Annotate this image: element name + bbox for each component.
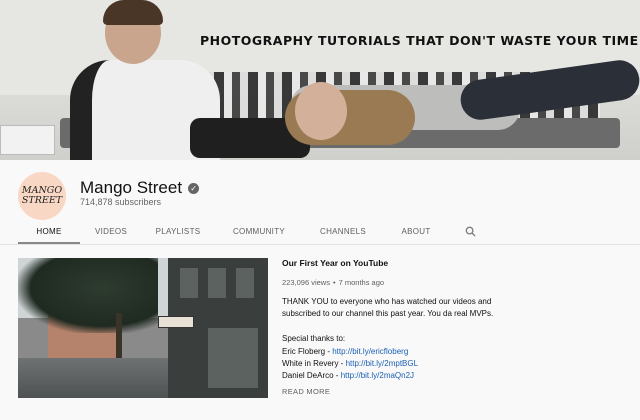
video-views: 223,096 views	[282, 278, 330, 287]
thumbnail-window	[208, 268, 226, 298]
credit-name: White in Revery -	[282, 359, 346, 368]
thumbnail-tree	[18, 258, 158, 333]
credit-name: Daniel DeArco -	[282, 371, 341, 380]
channel-banner: PHOTOGRAPHY TUTORIALS THAT DON'T WASTE Y…	[0, 0, 640, 160]
video-title[interactable]: Our First Year on YouTube	[282, 258, 388, 268]
tab-home[interactable]: HOME	[18, 220, 80, 244]
banner-second-person-head	[295, 82, 347, 140]
meta-separator: •	[332, 278, 336, 287]
channel-name[interactable]: Mango Street	[80, 178, 182, 198]
subscriber-count: 714,878 subscribers	[80, 197, 162, 207]
credit-link[interactable]: http://bit.ly/ericfloberg	[332, 347, 408, 356]
credit-link[interactable]: http://bit.ly/2maQn2J	[341, 371, 414, 380]
banner-person-hair	[103, 0, 163, 25]
video-age: 7 months ago	[338, 278, 385, 287]
read-more-button[interactable]: READ MORE	[282, 387, 330, 396]
tab-playlists[interactable]: PLAYLISTS	[142, 220, 214, 242]
channel-tabs: HOME VIDEOS PLAYLISTS COMMUNITY CHANNELS…	[18, 220, 490, 244]
tab-about[interactable]: ABOUT	[382, 220, 450, 242]
banner-device	[0, 125, 55, 155]
check-circle-icon: ✓	[188, 182, 200, 194]
thumbnail-storefront	[208, 328, 258, 388]
thumbnail-window	[180, 268, 198, 298]
channel-name-row: Mango Street ✓	[80, 178, 200, 198]
banner-tagline: PHOTOGRAPHY TUTORIALS THAT DON'T WASTE Y…	[200, 33, 639, 48]
thumbnail-building-right	[168, 258, 268, 398]
tab-community[interactable]: COMMUNITY	[214, 220, 304, 242]
avatar-text-line2: STREET	[21, 195, 63, 206]
tabs-divider	[0, 244, 640, 245]
credit-line: White in Revery - http://bit.ly/2mptBGL	[282, 359, 418, 368]
credit-name: Eric Floberg -	[282, 347, 333, 356]
thumbnail-window	[236, 268, 254, 298]
credit-line: Daniel DeArco - http://bit.ly/2maQn2J	[282, 371, 414, 380]
video-description: THANK YOU to everyone who has watched ou…	[282, 297, 494, 318]
search-icon[interactable]	[450, 220, 490, 242]
tab-channels[interactable]: CHANNELS	[304, 220, 382, 242]
credit-line: Eric Floberg - http://bit.ly/ericfloberg	[282, 347, 408, 356]
tab-videos[interactable]: VIDEOS	[80, 220, 142, 242]
thanks-heading: Special thanks to:	[282, 334, 346, 343]
credit-link[interactable]: http://bit.ly/2mptBGL	[346, 359, 418, 368]
video-thumbnail[interactable]	[18, 258, 268, 398]
thumbnail-sign	[158, 316, 194, 328]
thumbnail-street	[18, 358, 178, 398]
channel-avatar[interactable]: MANGO STREET	[18, 172, 66, 220]
video-meta: 223,096 views • 7 months ago	[282, 278, 384, 287]
